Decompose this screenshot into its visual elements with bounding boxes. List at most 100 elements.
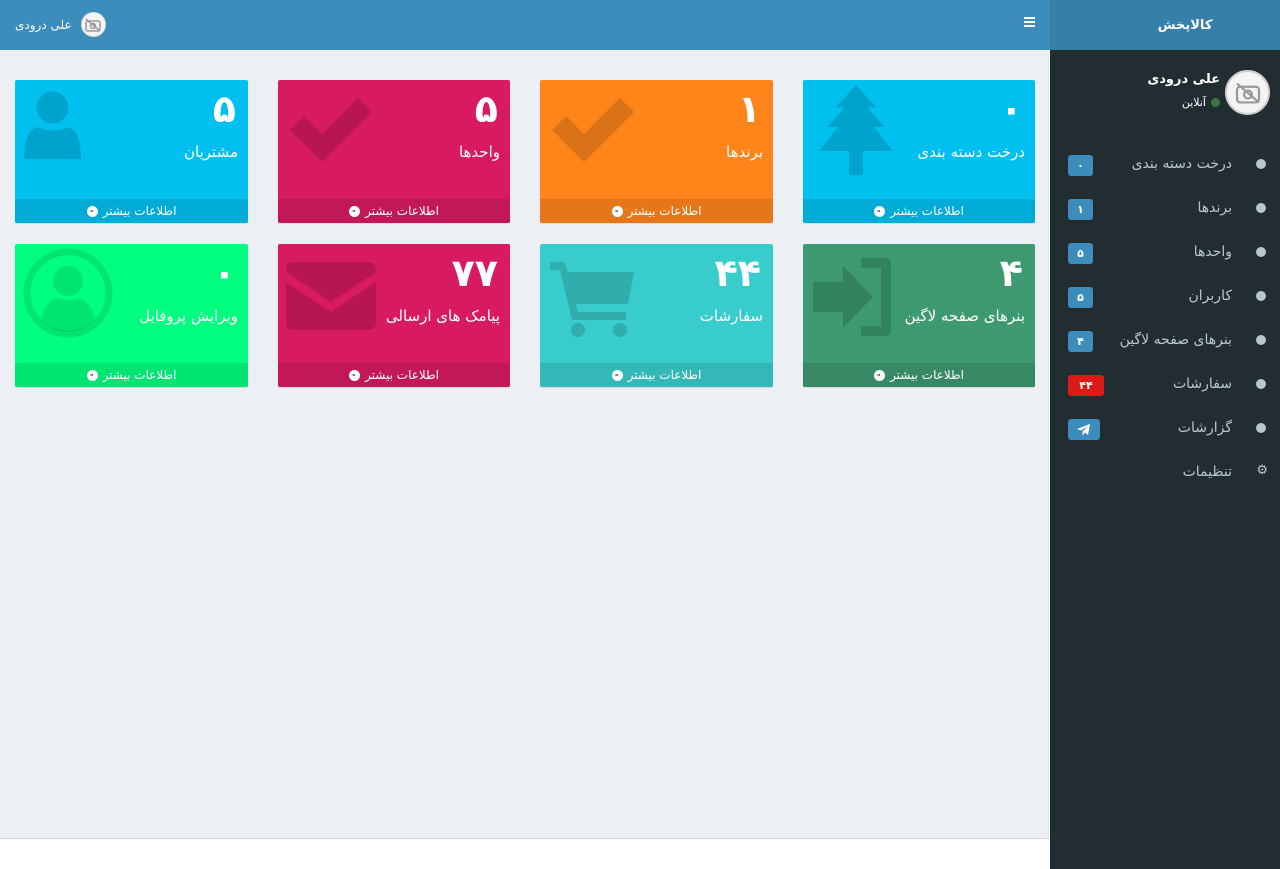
- stat-label: واحدها: [458, 143, 500, 161]
- stat-label: درخت دسته بندی: [917, 143, 1025, 161]
- check-icon: [552, 98, 634, 162]
- sidebar-item-label: برندها: [1197, 200, 1232, 216]
- stat-card-login-banners: ۴ بنرهای صفحه لاگین اطلاعات بیشتر: [803, 244, 1035, 387]
- sidebar-item-label: سفارشات: [1172, 376, 1232, 392]
- sidebar-item-label: بنرهای صفحه لاگین: [1119, 332, 1232, 348]
- circle-icon: [1256, 379, 1266, 389]
- stat-value: ۱: [737, 87, 761, 131]
- sidebar-menu: درخت دسته بندی ۰ برندها ۱ واحدها ۵ کاربر…: [1050, 143, 1280, 495]
- arrow-circle-left-icon: [86, 369, 98, 381]
- count-badge: ۴: [1068, 331, 1093, 352]
- tree-icon: [819, 85, 893, 175]
- sidebar-item-category-tree[interactable]: درخت دسته بندی ۰: [1050, 143, 1280, 187]
- more-info-label: اطلاعات بیشتر: [890, 204, 964, 218]
- online-status-icon: [1211, 98, 1220, 107]
- sidebar-item-label: کاربران: [1188, 288, 1232, 304]
- stat-card-orders: ۴۴ سفارشات اطلاعات بیشتر: [540, 244, 773, 387]
- user-icon: [24, 91, 81, 160]
- no-image-icon: [1235, 82, 1260, 104]
- stat-value: ۴: [999, 251, 1023, 295]
- stat-card-edit-profile: ۰ ویرایش پروفایل اطلاعات بیشتر: [15, 244, 248, 387]
- more-info-label: اطلاعات بیشتر: [102, 204, 177, 218]
- arrow-circle-left-icon: [611, 205, 623, 217]
- user-avatar: [1225, 70, 1270, 115]
- circle-icon: [1256, 159, 1266, 169]
- count-badge: ۱: [1068, 199, 1093, 220]
- sign-in-icon: [813, 258, 891, 336]
- paper-plane-badge: [1068, 419, 1100, 440]
- sidebar-item-orders[interactable]: سفارشات ۴۴: [1050, 363, 1280, 407]
- sidebar-item-label: گزارشات: [1177, 420, 1232, 436]
- arrow-circle-left-icon: [611, 369, 623, 381]
- user-panel: علی درودی آنلاین: [1050, 50, 1280, 138]
- more-info-label: اطلاعات بیشتر: [890, 368, 964, 382]
- stat-label: ویرایش پروفایل: [139, 307, 238, 325]
- stat-value: ۰: [212, 251, 236, 295]
- more-info-label: اطلاعات بیشتر: [365, 204, 439, 218]
- user-circle-icon: [23, 248, 113, 338]
- more-info-link[interactable]: اطلاعات بیشتر: [803, 363, 1035, 387]
- more-info-label: اطلاعات بیشتر: [627, 204, 702, 218]
- sidebar-toggle-icon[interactable]: [1024, 17, 1035, 27]
- stat-card-units: ۵ واحدها اطلاعات بیشتر: [278, 80, 510, 223]
- stat-value: ۵: [212, 87, 236, 131]
- more-info-label: اطلاعات بیشتر: [627, 368, 702, 382]
- header-user-menu[interactable]: علی درودی: [15, 12, 106, 37]
- stat-card-brands: ۱ برندها اطلاعات بیشتر: [540, 80, 773, 223]
- circle-icon: [1256, 291, 1266, 301]
- more-info-link[interactable]: اطلاعات بیشتر: [278, 363, 510, 387]
- count-badge: ۴۴: [1068, 375, 1104, 396]
- circle-icon: [1256, 247, 1266, 257]
- user-name: علی درودی: [1147, 72, 1220, 87]
- brand-logo[interactable]: کالاپخش: [1050, 0, 1280, 50]
- stat-label: مشتریان: [184, 143, 238, 161]
- envelope-icon: [286, 262, 376, 330]
- more-info-link[interactable]: اطلاعات بیشتر: [15, 363, 248, 387]
- sidebar-item-settings[interactable]: ⚙ تنظیمات: [1050, 451, 1280, 495]
- sidebar-item-units[interactable]: واحدها ۵: [1050, 231, 1280, 275]
- more-info-link[interactable]: اطلاعات بیشتر: [540, 363, 773, 387]
- more-info-label: اطلاعات بیشتر: [102, 368, 177, 382]
- circle-icon: [1256, 203, 1266, 213]
- arrow-circle-left-icon: [874, 369, 886, 381]
- stat-card-sent-sms: ۷۷ پیامک های ارسالی اطلاعات بیشتر: [278, 244, 510, 387]
- sidebar-item-label: واحدها: [1193, 244, 1232, 260]
- shopping-cart-icon: [550, 262, 634, 337]
- count-badge: ۵: [1068, 243, 1093, 264]
- arrow-circle-left-icon: [86, 205, 98, 217]
- arrow-circle-left-icon: [349, 369, 361, 381]
- dashboard-content: ۰ درخت دسته بندی اطلاعات بیشتر ۱ برندها …: [0, 50, 1050, 838]
- sidebar: کالاپخش علی درودی آنلاین درخت دسته بندی …: [1050, 0, 1280, 869]
- more-info-link[interactable]: اطلاعات بیشتر: [278, 199, 510, 223]
- more-info-label: اطلاعات بیشتر: [365, 368, 439, 382]
- more-info-link[interactable]: اطلاعات بیشتر: [540, 199, 773, 223]
- stat-value: ۴۴: [714, 251, 761, 295]
- sidebar-item-brands[interactable]: برندها ۱: [1050, 187, 1280, 231]
- arrow-circle-left-icon: [874, 205, 886, 217]
- more-info-link[interactable]: اطلاعات بیشتر: [15, 199, 248, 223]
- sidebar-item-label: تنظیمات: [1182, 464, 1232, 480]
- stat-value: ۷۷: [451, 251, 498, 295]
- user-status-label: آنلاین: [1181, 96, 1206, 109]
- user-status: آنلاین: [1182, 96, 1220, 109]
- paper-plane-icon: [1077, 423, 1090, 435]
- sidebar-item-label: درخت دسته بندی: [1131, 156, 1232, 172]
- stat-card-customers: ۵ مشتریان اطلاعات بیشتر: [15, 80, 248, 223]
- header-avatar[interactable]: [80, 12, 106, 37]
- sidebar-item-login-banners[interactable]: بنرهای صفحه لاگین ۴: [1050, 319, 1280, 363]
- footer: [0, 838, 1050, 869]
- count-badge: ۰: [1068, 155, 1093, 176]
- stat-label: سفارشات: [699, 307, 763, 325]
- sidebar-item-users[interactable]: کاربران ۵: [1050, 275, 1280, 319]
- no-image-icon: [85, 17, 101, 32]
- stat-card-category-tree: ۰ درخت دسته بندی اطلاعات بیشتر: [803, 80, 1035, 223]
- header-user-name[interactable]: علی درودی: [15, 18, 72, 32]
- circle-icon: [1256, 335, 1266, 345]
- stat-label: پیامک های ارسالی: [385, 307, 500, 325]
- stat-label: برندها: [726, 143, 763, 161]
- more-info-link[interactable]: اطلاعات بیشتر: [803, 199, 1035, 223]
- sidebar-item-reports[interactable]: گزارشات: [1050, 407, 1280, 451]
- arrow-circle-left-icon: [349, 205, 361, 217]
- stat-value: ۵: [474, 87, 498, 131]
- stat-value: ۰: [999, 87, 1023, 131]
